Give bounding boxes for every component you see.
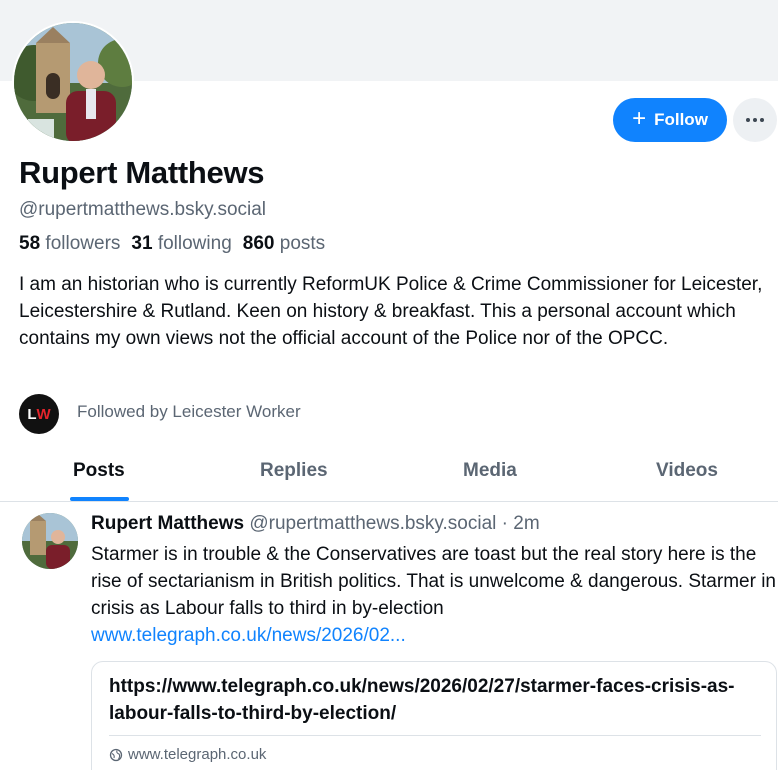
post-author-avatar[interactable] [22,513,78,569]
tab-videos[interactable]: Videos [656,460,718,482]
profile-stats: 58 followers 31 following 860 posts [19,233,325,255]
globe-icon [109,748,123,761]
followers-count: 58 [19,233,41,254]
ellipsis-icon [746,118,750,122]
posts-count: 860 [242,233,275,254]
following-count: 31 [131,233,153,254]
tab-posts[interactable]: Posts [73,460,125,482]
followers-link[interactable]: 58 followers [19,233,120,254]
following-link[interactable]: 31 following [131,233,231,254]
follow-button[interactable]: + Follow [613,98,727,142]
following-label: following [157,233,232,254]
post-header: Rupert Matthews @rupertmatthews.bsky.soc… [91,513,540,535]
profile-display-name: Rupert Matthews [19,155,265,190]
profile-tabs: Posts Replies Media Videos [0,448,778,502]
embed-title: https://www.telegraph.co.uk/news/2026/02… [109,676,735,724]
embed-domain: www.telegraph.co.uk [128,746,267,763]
ellipsis-icon-dot [753,118,757,122]
followed-by-avatar-letter-l: L [27,405,37,423]
active-tab-indicator [70,497,129,501]
post-text: Starmer is in trouble & the Conservative… [91,544,776,619]
tab-replies[interactable]: Replies [260,460,328,482]
followed-by-avatar-letter-w: W [36,405,51,423]
post-author-name[interactable]: Rupert Matthews [91,513,244,534]
embed-domain-row: www.telegraph.co.uk [109,746,266,763]
embed-divider [109,735,761,736]
post-avatar-photo [22,513,78,569]
more-options-button[interactable] [733,98,777,142]
posts-stat: 860 posts [243,233,325,254]
link-embed-card[interactable]: https://www.telegraph.co.uk/news/2026/02… [91,661,777,770]
post-separator: · [501,513,508,534]
ellipsis-icon-dot [760,118,764,122]
profile-avatar[interactable] [12,21,134,143]
followed-by-text[interactable]: Followed by Leicester Worker [77,402,301,422]
plus-icon: + [632,105,647,132]
profile-handle: @rupertmatthews.bsky.social [19,199,267,220]
post-body: Starmer is in trouble & the Conservative… [91,541,777,649]
post-link[interactable]: www.telegraph.co.uk/news/2026/02... [91,625,406,646]
followed-by-avatar[interactable]: LW [19,394,59,434]
tab-media[interactable]: Media [463,460,517,482]
post-timestamp[interactable]: 2m [513,513,539,534]
posts-label: posts [279,233,326,254]
post-author-handle[interactable]: @rupertmatthews.bsky.social [249,513,496,534]
follow-button-label: Follow [654,110,708,129]
profile-bio: I am an historian who is currently Refor… [19,274,763,349]
avatar-photo [14,23,132,141]
followers-label: followers [45,233,121,254]
